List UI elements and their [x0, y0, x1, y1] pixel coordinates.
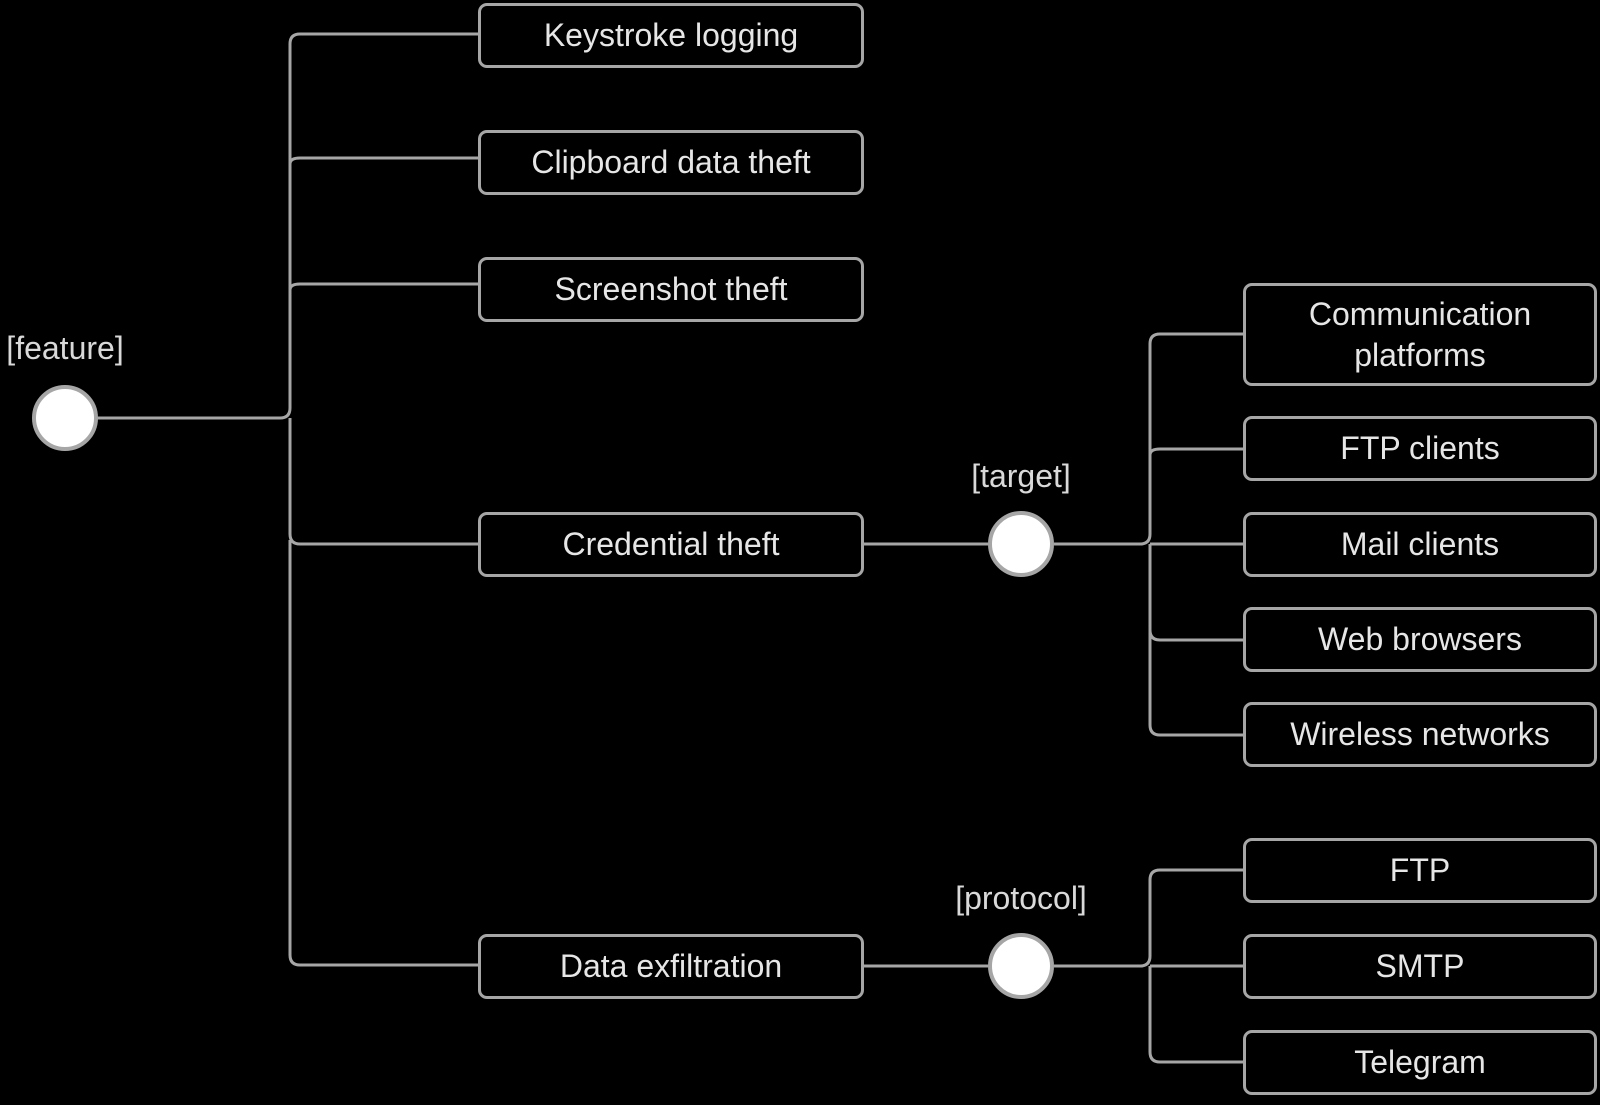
protocol-hub-label: [protocol]: [955, 880, 1087, 916]
node-screenshot-theft[interactable]: Screenshot theft: [478, 257, 864, 322]
node-communication-platforms[interactable]: Communication platforms: [1243, 283, 1597, 386]
node-telegram[interactable]: Telegram: [1243, 1030, 1597, 1095]
protocol-hub-node[interactable]: [988, 933, 1054, 999]
node-smtp[interactable]: SMTP: [1243, 934, 1597, 999]
node-wireless-networks[interactable]: Wireless networks: [1243, 702, 1597, 767]
connector-root-trunk: [95, 32, 480, 967]
node-ftp[interactable]: FTP: [1243, 838, 1597, 903]
node-mail-clients[interactable]: Mail clients: [1243, 512, 1597, 577]
target-hub-node[interactable]: [988, 511, 1054, 577]
target-hub-label: [target]: [971, 458, 1071, 494]
node-data-exfiltration[interactable]: Data exfiltration: [478, 934, 864, 999]
root-hub-node[interactable]: [32, 385, 98, 451]
node-ftp-clients[interactable]: FTP clients: [1243, 416, 1597, 481]
connector-target-branches: [1054, 332, 1245, 737]
node-clipboard-data-theft[interactable]: Clipboard data theft: [478, 130, 864, 195]
node-credential-theft[interactable]: Credential theft: [478, 512, 864, 577]
root-hub-label: [feature]: [6, 330, 124, 366]
node-web-browsers[interactable]: Web browsers: [1243, 607, 1597, 672]
node-keystroke-logging[interactable]: Keystroke logging: [478, 3, 864, 68]
